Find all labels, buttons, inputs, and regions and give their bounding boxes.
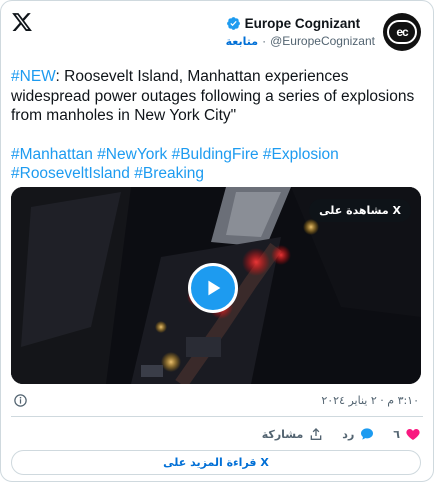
- author-text: Europe Cognizant متابعة · @EuropeCogniza…: [226, 16, 375, 48]
- verified-badge-icon: [226, 17, 240, 30]
- play-button[interactable]: [188, 263, 238, 313]
- like-action[interactable]: ٦: [393, 426, 421, 442]
- reply-bubble-icon: [361, 428, 374, 440]
- avatar-logo: ec: [387, 20, 417, 44]
- separator-dot: ·: [262, 34, 267, 48]
- share-upload-icon: [310, 428, 322, 440]
- author-block: Europe Cognizant متابعة · @EuropeCogniza…: [226, 12, 421, 52]
- hashtag-link[interactable]: #Breaking: [134, 165, 204, 182]
- watch-on-x-badge[interactable]: مشاهدة على X: [309, 199, 411, 222]
- like-count: ٦: [393, 427, 400, 441]
- tweet-timestamp[interactable]: ٣:١٠ م · ٢ يناير ٢٠٢٤: [321, 394, 419, 407]
- hashtag-link[interactable]: #Manhattan: [11, 146, 93, 163]
- reply-label: رد: [342, 427, 355, 441]
- embedded-tweet-card[interactable]: Europe Cognizant متابعة · @EuropeCogniza…: [0, 0, 434, 482]
- tweet-body-text: : Roosevelt Island, Manhattan experience…: [11, 68, 415, 124]
- tweet-body: #NEW: Roosevelt Island, Manhattan experi…: [11, 67, 425, 126]
- avatar[interactable]: ec: [383, 13, 421, 51]
- hashtag-link[interactable]: #Explosion: [263, 146, 339, 163]
- video-thumbnail[interactable]: مشاهدة على X: [11, 187, 421, 384]
- reply-action[interactable]: رد: [342, 426, 375, 442]
- hashtag-list: #Manhattan #NewYork #BuldingFire #Explos…: [11, 145, 425, 184]
- hashtag-link[interactable]: #NewYork: [97, 146, 167, 163]
- hashtag-link[interactable]: #BuldingFire: [172, 146, 259, 163]
- heart-icon: [406, 429, 420, 440]
- follow-button[interactable]: متابعة: [226, 35, 258, 48]
- info-icon[interactable]: [13, 393, 28, 408]
- divider: [11, 416, 423, 417]
- play-icon: [208, 280, 221, 296]
- author-handle-row: متابعة · @EuropeCognizant: [226, 34, 375, 48]
- read-more-button[interactable]: قراءة المزيد على X: [11, 450, 421, 475]
- author-name[interactable]: Europe Cognizant: [245, 16, 361, 31]
- tweet-text: #NEW: Roosevelt Island, Manhattan experi…: [11, 67, 425, 184]
- action-bar: ٦ رد مشاركة: [244, 426, 421, 442]
- x-logo-icon[interactable]: [11, 11, 33, 33]
- hashtag-new[interactable]: #NEW: [11, 68, 56, 85]
- author-handle[interactable]: @EuropeCognizant: [270, 34, 375, 48]
- share-action[interactable]: مشاركة: [262, 426, 325, 442]
- author-name-row: Europe Cognizant: [226, 16, 361, 31]
- share-label: مشاركة: [261, 427, 304, 441]
- hashtag-link[interactable]: #RooseveltIsland: [11, 165, 130, 182]
